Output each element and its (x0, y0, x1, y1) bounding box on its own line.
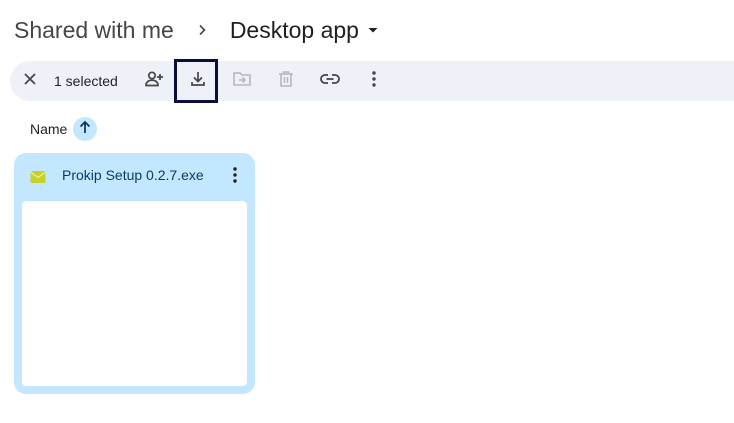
file-card[interactable]: Prokip Setup 0.2.7.exe (14, 153, 255, 394)
chevron-right-icon (192, 20, 212, 40)
more-vert-icon (233, 166, 237, 188)
caret-down-icon (367, 24, 379, 36)
selected-count: 1 selected (54, 73, 118, 89)
executable-file-icon (30, 170, 46, 184)
copy-link-button[interactable] (310, 61, 350, 101)
trash-icon (278, 70, 294, 93)
delete-button[interactable] (266, 61, 306, 101)
more-vert-icon (372, 70, 376, 92)
file-more-actions-button[interactable] (223, 165, 247, 189)
file-name: Prokip Setup 0.2.7.exe (62, 167, 204, 183)
breadcrumb-current-folder[interactable]: Desktop app (230, 17, 379, 44)
selection-toolbar: 1 selected (10, 61, 734, 101)
person-add-icon (144, 69, 164, 94)
drive-file-move-icon (232, 70, 252, 93)
move-button[interactable] (222, 61, 262, 101)
file-thumbnail (22, 201, 247, 386)
arrow-up-icon (78, 120, 92, 139)
close-icon (23, 72, 37, 91)
sort-header: Name (30, 117, 98, 141)
more-actions-button[interactable] (354, 61, 394, 101)
focus-highlight (174, 59, 218, 103)
clear-selection-button[interactable] (10, 61, 50, 101)
breadcrumb: Shared with me Desktop app (14, 12, 379, 48)
breadcrumb-shared-with-me[interactable]: Shared with me (14, 17, 174, 44)
drive-folder-view: Shared with me Desktop app 1 selected Na… (0, 0, 734, 423)
share-button[interactable] (134, 61, 174, 101)
link-icon (320, 72, 340, 90)
current-folder-label: Desktop app (229, 16, 359, 43)
sort-label[interactable]: Name (30, 121, 67, 137)
sort-direction-button[interactable] (73, 117, 98, 141)
